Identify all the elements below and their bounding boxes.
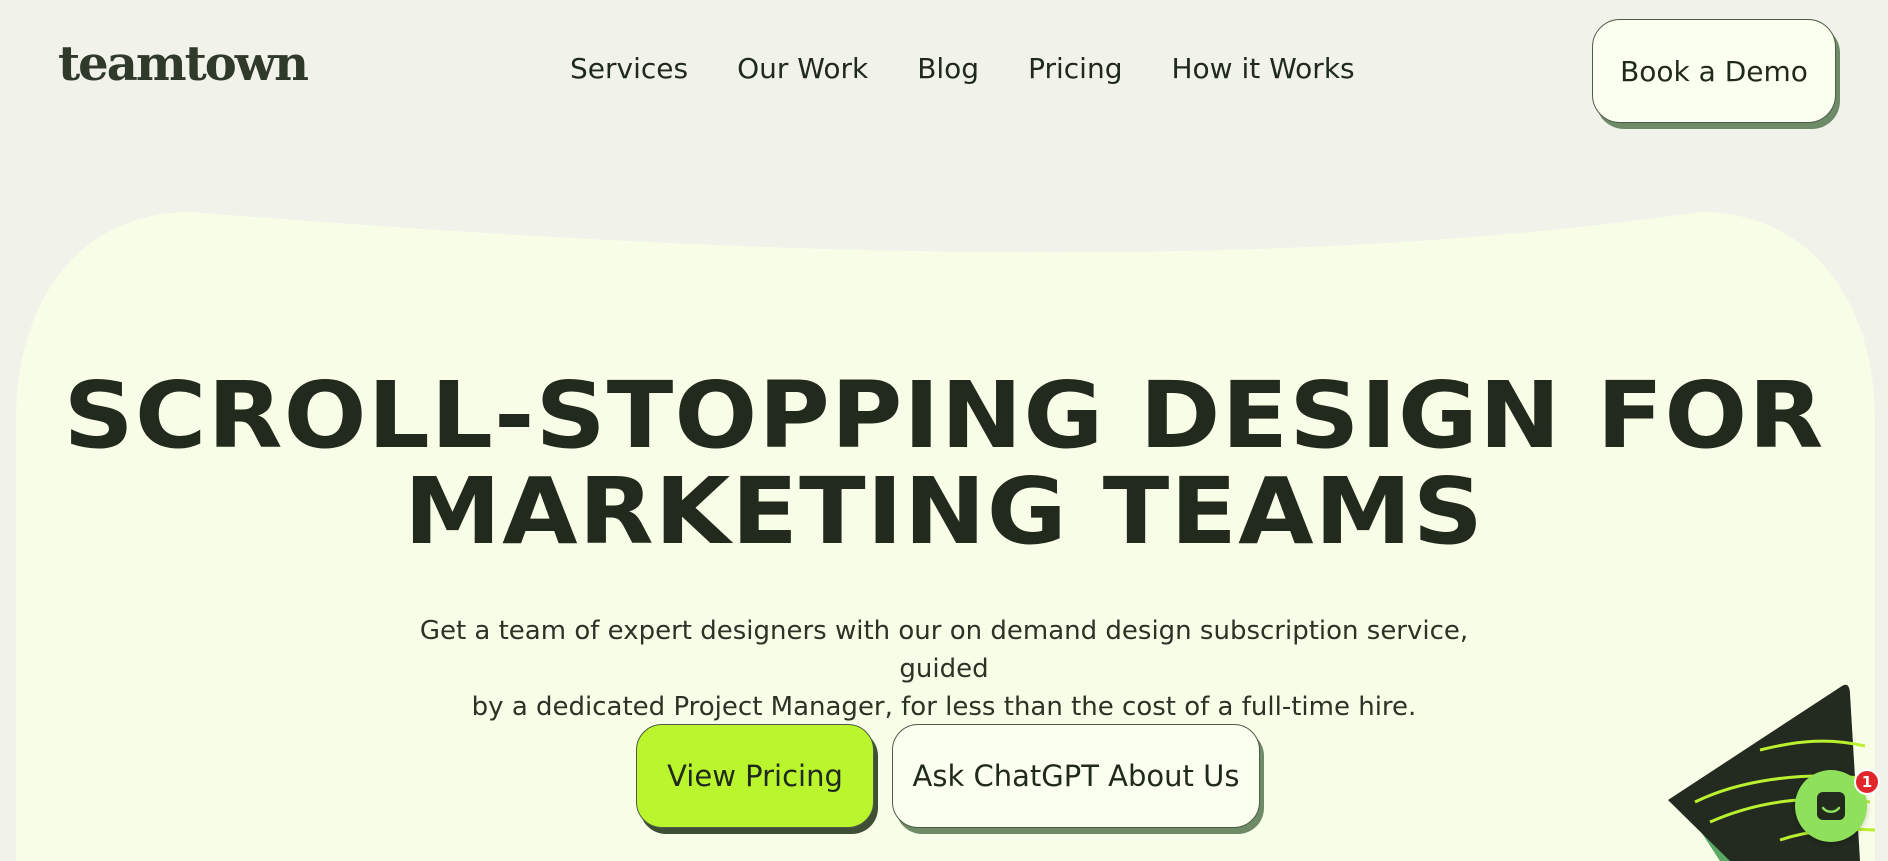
page: teamtown Services Our Work Blog Pricing … bbox=[0, 0, 1888, 861]
notification-badge: 1 bbox=[1854, 769, 1880, 795]
nav-item-how-it-works[interactable]: How it Works bbox=[1171, 52, 1354, 86]
view-pricing-button[interactable]: View Pricing bbox=[636, 724, 874, 828]
main-nav: Services Our Work Blog Pricing How it Wo… bbox=[570, 52, 1355, 86]
ask-chatgpt-button[interactable]: Ask ChatGPT About Us bbox=[892, 724, 1260, 828]
hero-headline: SCROLL-STOPPING DESIGN FOR MARKETING TEA… bbox=[0, 368, 1888, 560]
nav-item-our-work[interactable]: Our Work bbox=[737, 52, 868, 86]
book-demo-button[interactable]: Book a Demo bbox=[1592, 19, 1836, 123]
hero-subtitle-line-2: by a dedicated Project Manager, for less… bbox=[471, 692, 1417, 722]
nav-item-blog[interactable]: Blog bbox=[917, 52, 979, 86]
nav-item-pricing[interactable]: Pricing bbox=[1028, 52, 1122, 86]
hero-headline-line-1: SCROLL-STOPPING DESIGN FOR bbox=[63, 362, 1825, 469]
nav-item-services[interactable]: Services bbox=[570, 52, 688, 86]
logo[interactable]: teamtown bbox=[58, 40, 309, 88]
hero-subtitle-line-1: Get a team of expert designers with our … bbox=[419, 616, 1469, 684]
hero-subtitle: Get a team of expert designers with our … bbox=[394, 612, 1494, 726]
chat-icon bbox=[1817, 792, 1845, 820]
hero-headline-line-2: MARKETING TEAMS bbox=[403, 458, 1485, 565]
